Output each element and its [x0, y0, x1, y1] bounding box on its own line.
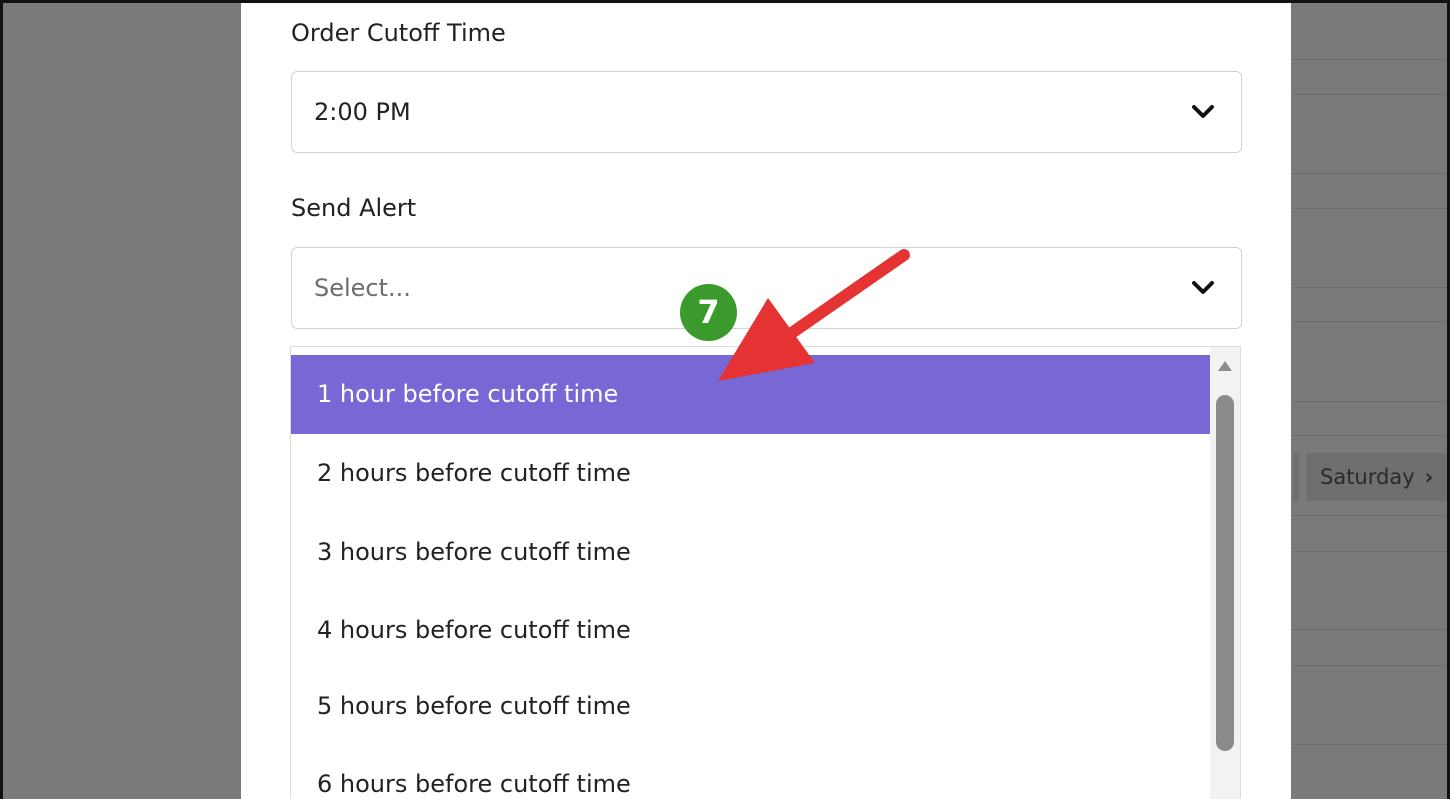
chevron-right-icon: › [1424, 465, 1434, 489]
send-alert-label: Send Alert [291, 194, 417, 222]
alert-option-3-hours[interactable]: 3 hours before cutoff time [291, 513, 1211, 592]
alert-option-1-hour[interactable]: 1 hour before cutoff time [291, 355, 1211, 434]
alert-option-5-hours[interactable]: 5 hours before cutoff time [291, 667, 1211, 746]
order-cutoff-time-value: 2:00 PM [314, 98, 411, 126]
screenshot-frame: Saturday › Order Cutoff Time 2:00 PM Send… [0, 0, 1450, 799]
step-badge: 7 [680, 284, 737, 341]
background-day-pill-saturday: Saturday › [1306, 453, 1447, 501]
send-alert-dropdown-menu: 1 hour before cutoff time 2 hours before… [290, 346, 1241, 799]
order-cutoff-time-label: Order Cutoff Time [291, 19, 506, 47]
send-alert-placeholder: Select... [314, 274, 411, 302]
alert-option-4-hours[interactable]: 4 hours before cutoff time [291, 591, 1211, 670]
settings-modal: Order Cutoff Time 2:00 PM Send Alert Sel… [241, 3, 1291, 799]
scrollbar-thumb[interactable] [1216, 395, 1234, 751]
order-cutoff-time-select[interactable]: 2:00 PM [291, 71, 1242, 153]
day-pill-label: Saturday [1320, 465, 1415, 489]
dropdown-scrollbar[interactable] [1210, 347, 1240, 799]
send-alert-select[interactable]: Select... [291, 247, 1242, 329]
alert-option-6-hours[interactable]: 6 hours before cutoff time [291, 745, 1211, 799]
chevron-down-icon [1192, 105, 1214, 118]
background-table-lines [1293, 3, 1447, 799]
triangle-up-icon[interactable] [1218, 361, 1232, 371]
chevron-down-icon [1192, 281, 1214, 294]
background-day-pill-prev [1293, 453, 1299, 501]
alert-option-2-hours[interactable]: 2 hours before cutoff time [291, 434, 1211, 513]
